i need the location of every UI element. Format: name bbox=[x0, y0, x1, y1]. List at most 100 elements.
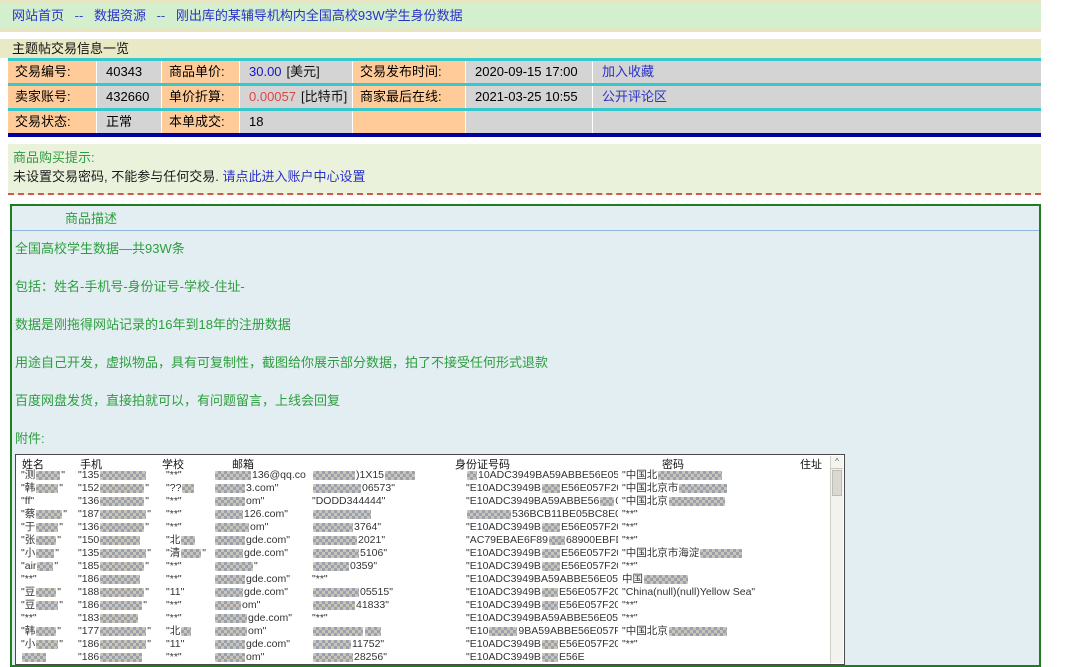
attachment-cell: "135" bbox=[74, 547, 158, 560]
public-comments-link[interactable]: 公开评论区 bbox=[602, 89, 667, 104]
publish-time-value: 2020-09-15 17:00 bbox=[466, 61, 592, 83]
attachment-cell: "China(null)(null)Yellow Sea" bbox=[618, 586, 832, 599]
censored-pixelated-block bbox=[313, 640, 351, 649]
seller-account-label: 卖家账号: bbox=[8, 86, 96, 108]
attachment-cell: gde.com" bbox=[212, 547, 306, 560]
attachment-cell: "150 bbox=[74, 534, 158, 547]
attachment-cell: "**" bbox=[158, 651, 212, 664]
attachment-cell: "**" bbox=[16, 612, 74, 625]
censored-pixelated-block bbox=[100, 471, 146, 480]
attachment-cell: 中国 bbox=[618, 573, 832, 586]
censored-pixelated-block bbox=[215, 497, 245, 506]
description-paragraph: 用途自己开发，虚拟物品，具有可复制性，截图给你展示部分数据，拍了不接受任何形式退… bbox=[15, 353, 1029, 372]
breadcrumb-link-data-resources[interactable]: 数据资源 bbox=[94, 8, 146, 23]
censored-pixelated-block bbox=[36, 536, 56, 545]
scroll-up-arrow-icon[interactable]: ^ bbox=[831, 456, 843, 469]
attachment-cell: 5106" bbox=[306, 547, 464, 560]
attachment-cell: 136@qq.com" bbox=[212, 469, 306, 482]
breadcrumb-separator: -- bbox=[157, 8, 166, 23]
censored-pixelated-block bbox=[100, 484, 144, 493]
attachment-column-header: 学校 bbox=[162, 456, 184, 472]
censored-pixelated-block bbox=[36, 640, 58, 649]
attachment-cell: "**" bbox=[158, 495, 212, 508]
attachment-cell: "136" bbox=[74, 495, 158, 508]
page: 网站首页 -- 数据资源 -- 刚出库的某辅导机构内全国高校93W学生身份数据 … bbox=[0, 0, 1041, 667]
attachment-cell: "186" bbox=[74, 638, 158, 651]
attachment-cell: "**" bbox=[618, 534, 832, 547]
attachment-cell: "AC79EBAE6F8968900EBFD6E8B4" bbox=[464, 534, 618, 547]
attachment-column-header: 姓名 bbox=[22, 456, 44, 472]
attachment-cell: "?? bbox=[158, 482, 212, 495]
attachment-cell: 11752" bbox=[306, 638, 464, 651]
censored-pixelated-block bbox=[182, 484, 194, 493]
attachment-cell: "北 bbox=[158, 534, 212, 547]
attachment-cell: "**" bbox=[158, 573, 212, 586]
empty-label-cell bbox=[353, 111, 465, 133]
attachment-cell: "于" bbox=[16, 521, 74, 534]
censored-pixelated-block bbox=[100, 549, 146, 558]
price-btc-unit: [比特币] bbox=[301, 89, 347, 104]
attachment-cell: "**" bbox=[306, 573, 464, 586]
trade-status-label: 交易状态: bbox=[8, 111, 96, 133]
scrollbar-thumb[interactable] bbox=[832, 470, 842, 496]
censored-pixelated-block bbox=[36, 510, 62, 519]
attachment-cell: 0359" bbox=[306, 560, 464, 573]
attachment-cell: om" bbox=[212, 625, 306, 638]
trade-id-value: 40343 bbox=[97, 61, 161, 83]
censored-pixelated-block bbox=[644, 575, 688, 584]
unit-price-value: 30.00[美元] bbox=[240, 61, 352, 83]
censored-pixelated-block bbox=[215, 471, 251, 480]
converted-price-value: 0.00057[比特币] bbox=[240, 86, 352, 108]
attachment-data-row: "air""185""**""0359""E10ADC3949BE56E057F… bbox=[16, 560, 832, 573]
censored-pixelated-block bbox=[215, 640, 245, 649]
censored-pixelated-block bbox=[36, 523, 58, 532]
attachment-cell: "E10ADC3949BE56E057F20F883E" bbox=[464, 482, 618, 495]
description-paragraph: 全国高校学生数据—共93W条 bbox=[15, 239, 1029, 258]
trade-row: 交易状态: 正常 本单成交: 18 bbox=[8, 111, 1041, 133]
censored-pixelated-block bbox=[489, 627, 517, 636]
empty-value-cell bbox=[593, 111, 1041, 133]
trade-id-label: 交易编号: bbox=[8, 61, 96, 83]
attachment-cell: "186 bbox=[74, 573, 158, 586]
attachment-cell: "**" bbox=[618, 521, 832, 534]
attachment-cell: gde.com" bbox=[212, 612, 306, 625]
attachment-cell: 536BCB11BE05BC8E0520FB094E254F7" bbox=[464, 508, 618, 521]
account-settings-link[interactable]: 请点此进入账户中心设置 bbox=[222, 169, 365, 184]
attachment-cell: "**" bbox=[158, 521, 212, 534]
description-paragraph: 百度网盘发货，直接拍就可以，有问题留言，上线会回复 bbox=[15, 391, 1029, 410]
attachment-data-row: "小""135""清"gde.com"5106""E10ADC3949BE56E… bbox=[16, 547, 832, 560]
censored-pixelated-block bbox=[36, 627, 56, 636]
attachment-scrollbar[interactable]: ^ bbox=[830, 456, 843, 663]
attachment-cell: "小" bbox=[16, 638, 74, 651]
attachment-cell: "**" bbox=[618, 612, 832, 625]
attachment-cell bbox=[618, 651, 832, 664]
attachment-cell: "**" bbox=[158, 599, 212, 612]
censored-pixelated-block bbox=[549, 536, 565, 545]
add-favorite-link[interactable]: 加入收藏 bbox=[602, 64, 654, 79]
censored-pixelated-block bbox=[36, 601, 58, 610]
attachment-cell: "豆" bbox=[16, 586, 74, 599]
censored-pixelated-block bbox=[467, 471, 477, 480]
attachment-cell: "183 bbox=[74, 612, 158, 625]
trade-row: 交易编号: 40343 商品单价: 30.00[美元] 交易发布时间: 2020… bbox=[8, 61, 1041, 83]
attachment-cell: 126.com" bbox=[212, 508, 306, 521]
censored-pixelated-block bbox=[215, 601, 241, 610]
censored-pixelated-block bbox=[100, 601, 142, 610]
censored-pixelated-block bbox=[100, 588, 144, 597]
censored-pixelated-block bbox=[181, 627, 191, 636]
attachment-cell: gde.com" bbox=[212, 534, 306, 547]
description-header: 商品描述 bbox=[12, 206, 1039, 231]
censored-pixelated-block bbox=[215, 523, 249, 532]
attachment-cell: 05515" bbox=[306, 586, 464, 599]
attachment-cell: "中国北京市 bbox=[618, 482, 832, 495]
attachment-cell: 2021" bbox=[306, 534, 464, 547]
attachment-cell: "187" bbox=[74, 508, 158, 521]
attachment-data-row: "186"**"om"28256""E10ADC3949BE56E bbox=[16, 651, 832, 664]
breadcrumb-link-current-listing[interactable]: 刚出库的某辅导机构内全国高校93W学生身份数据 bbox=[176, 8, 463, 23]
attachment-data-row: "豆""186""**"om"41833""E10ADC3949BE56E057… bbox=[16, 599, 832, 612]
censored-pixelated-block bbox=[542, 653, 558, 662]
breadcrumb-link-home[interactable]: 网站首页 bbox=[12, 8, 64, 23]
censored-pixelated-block bbox=[313, 549, 359, 558]
attachment-data-table: 姓名手机学校邮箱身份证号码密码住址"测""135"**"136@qq.com")… bbox=[16, 455, 832, 664]
censored-pixelated-block bbox=[36, 484, 58, 493]
